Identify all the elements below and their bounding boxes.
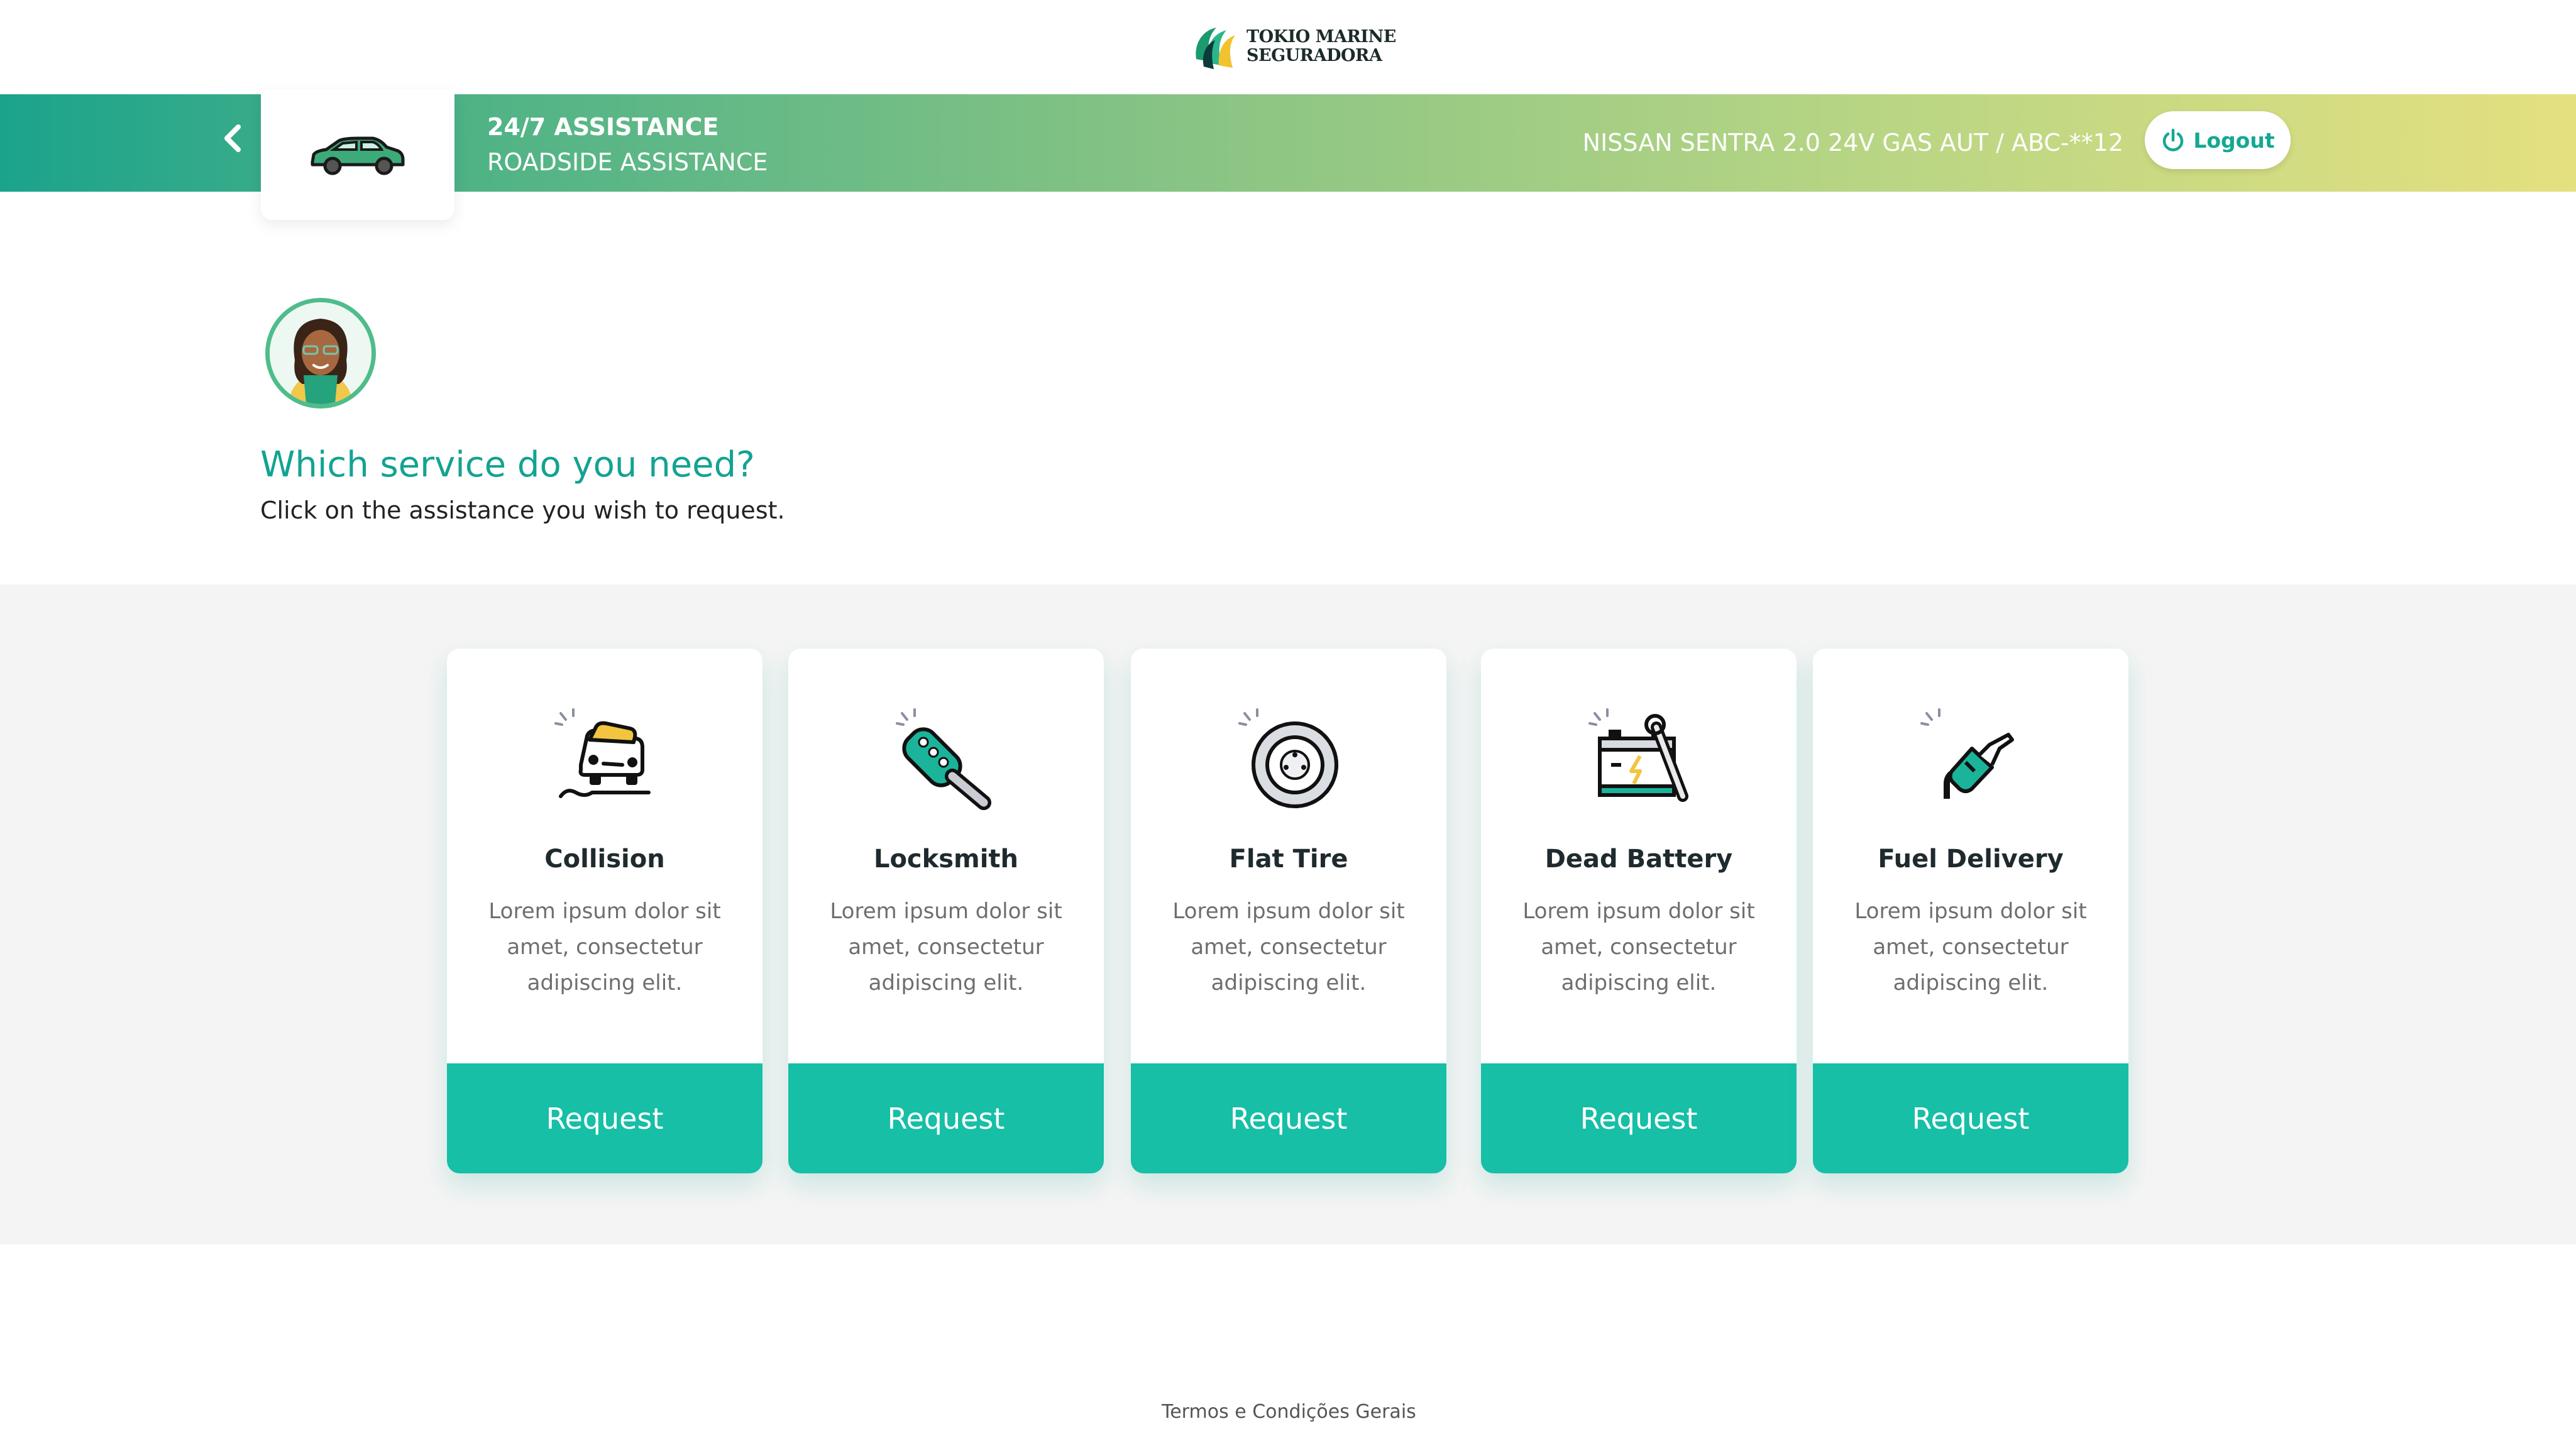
fuel-delivery-icon	[1920, 708, 2014, 799]
collision-icon	[554, 708, 651, 798]
header-subtitle: ROADSIDE ASSISTANCE	[487, 148, 768, 176]
request-button[interactable]: Request	[788, 1063, 1104, 1173]
service-title: Fuel Delivery	[1878, 845, 2064, 874]
chevron-left-icon	[224, 124, 241, 152]
power-icon	[2163, 128, 2184, 151]
logout-button[interactable]: Logout	[2145, 111, 2291, 169]
dead-battery-icon	[1588, 708, 1688, 802]
service-title: Dead Battery	[1544, 845, 1733, 874]
service-title: Collision	[544, 845, 665, 874]
service-description: Lorem ipsum dolor sit amet, consectetur …	[488, 899, 721, 996]
header-titles: 24/7 ASSISTANCE ROADSIDE ASSISTANCE	[487, 109, 768, 180]
assistant-avatar	[265, 298, 376, 409]
vehicle-info: NISSAN SENTRA 2.0 24V GAS AUT / ABC-**12	[1582, 129, 2123, 156]
service-card-flat-tire[interactable]: Flat Tire Lorem ipsum dolor sit amet, co…	[1131, 649, 1446, 1173]
logout-label: Logout	[2193, 128, 2275, 153]
assistant-avatar-image	[270, 302, 372, 404]
service-card-fuel-delivery[interactable]: Fuel Delivery Lorem ipsum dolor sit amet…	[1813, 649, 2128, 1173]
service-title: Locksmith	[873, 845, 1019, 874]
service-description: Lorem ipsum dolor sit amet, consectetur …	[1172, 899, 1405, 996]
brand-line-1: TOKIO MARINE	[1247, 27, 1396, 47]
request-button[interactable]: Request	[1131, 1063, 1446, 1173]
header-title: 24/7 ASSISTANCE	[487, 113, 719, 141]
terms-link[interactable]: Termos e Condições Gerais	[1162, 1398, 1416, 1427]
request-button[interactable]: Request	[1813, 1063, 2128, 1173]
locksmith-icon	[896, 708, 991, 810]
service-description: Lorem ipsum dolor sit amet, consectetur …	[830, 899, 1062, 996]
vehicle-card	[261, 89, 454, 220]
request-button[interactable]: Request	[1481, 1063, 1797, 1173]
brand-line-2: SEGURADORA	[1247, 46, 1382, 65]
request-button[interactable]: Request	[447, 1063, 762, 1173]
page: TOKIO MARINE SEGURADORA 24/7 ASSISTANCE …	[0, 0, 2576, 1448]
service-instruction: Click on the assistance you wish to requ…	[260, 496, 785, 524]
brand-name: TOKIO MARINE SEGURADORA	[1247, 28, 1396, 65]
service-description: Lorem ipsum dolor sit amet, consectetur …	[1854, 899, 2087, 996]
flat-tire-icon	[1238, 708, 1338, 808]
car-icon	[311, 136, 405, 175]
service-card-locksmith[interactable]: Locksmith Lorem ipsum dolor sit amet, co…	[788, 649, 1104, 1173]
service-card-dead-battery[interactable]: Dead Battery Lorem ipsum dolor sit amet,…	[1481, 649, 1797, 1173]
top-bar: TOKIO MARINE SEGURADORA	[0, 0, 2576, 94]
service-card-collision[interactable]: Collision Lorem ipsum dolor sit amet, co…	[447, 649, 762, 1173]
tokio-marine-logo-icon	[1196, 28, 1235, 69]
back-button[interactable]	[214, 119, 251, 157]
service-description: Lorem ipsum dolor sit amet, consectetur …	[1522, 899, 1755, 996]
service-title: Flat Tire	[1229, 845, 1348, 874]
service-question: Which service do you need?	[260, 444, 755, 485]
brand-logo[interactable]: TOKIO MARINE SEGURADORA	[1191, 21, 1396, 72]
